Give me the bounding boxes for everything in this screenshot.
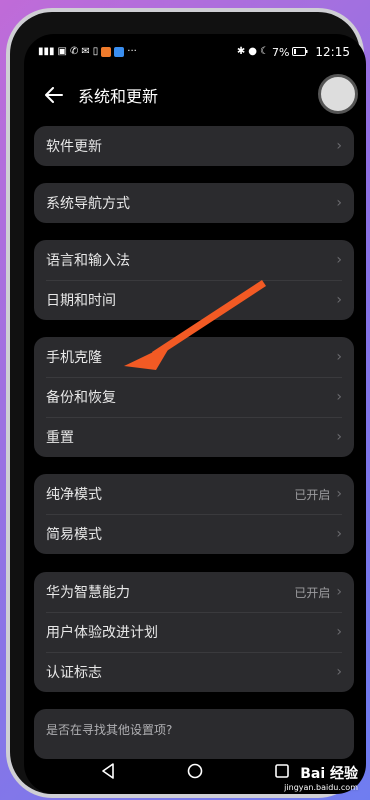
page-title: 系统和更新	[78, 87, 159, 106]
back-triangle-icon[interactable]	[97, 760, 119, 782]
setting-reset[interactable]: 重置 ›	[34, 417, 354, 457]
phone-bezel: ▮▮▮ ▣ ✆ ✉ ▯ ··· ✱ ● ☾ 7% 12:15 系统和更新 软件更…	[10, 12, 366, 794]
chevron-right-icon: ›	[336, 389, 342, 405]
phone-frame: ▮▮▮ ▣ ✆ ✉ ▯ ··· ✱ ● ☾ 7% 12:15 系统和更新 软件更…	[6, 8, 366, 798]
chevron-right-icon: ›	[336, 429, 342, 445]
setting-label: 用户体验改进计划	[46, 625, 158, 641]
setting-date-time[interactable]: 日期和时间 ›	[34, 280, 354, 320]
chevron-right-icon: ›	[336, 195, 342, 211]
settings-group: 语言和输入法 › 日期和时间 ›	[34, 240, 354, 320]
setting-status: 已开启	[294, 487, 331, 502]
setting-user-experience-program[interactable]: 用户体验改进计划 ›	[34, 612, 354, 652]
chevron-right-icon: ›	[336, 349, 342, 365]
chevron-right-icon: ›	[336, 252, 342, 268]
setting-label: 简易模式	[46, 527, 102, 543]
message-icon: ✉	[81, 46, 90, 57]
blue-app-icon	[114, 47, 125, 57]
chevron-right-icon: ›	[336, 292, 342, 308]
call-icon: ✆	[69, 46, 79, 57]
app-header: 系统和更新	[24, 80, 366, 110]
location-icon: ●	[248, 46, 257, 57]
setting-status: 已开启	[294, 585, 331, 600]
chevron-right-icon: ›	[336, 584, 342, 600]
settings-group: 纯净模式 已开启 › 简易模式 ›	[34, 474, 354, 554]
setting-label: 认证标志	[46, 665, 102, 681]
bluetooth-icon: ✱	[236, 46, 246, 57]
setting-simple-mode[interactable]: 简易模式 ›	[34, 514, 354, 554]
setting-navigation-mode[interactable]: 系统导航方式 ›	[34, 183, 354, 223]
setting-label: 华为智慧能力	[46, 585, 130, 601]
setting-label: 手机克隆	[46, 350, 102, 366]
orange-app-icon	[101, 47, 112, 57]
battery-icon	[292, 46, 308, 59]
setting-label: 日期和时间	[46, 293, 116, 309]
settings-group: 华为智慧能力 已开启 › 用户体验改进计划 › 认证标志 ›	[34, 572, 354, 692]
setting-software-update[interactable]: 软件更新 ›	[34, 126, 354, 166]
status-bar: ▮▮▮ ▣ ✆ ✉ ▯ ··· ✱ ● ☾ 7% 12:15	[24, 40, 366, 64]
settings-group: 手机克隆 › 备份和恢复 › 重置 ›	[34, 337, 354, 457]
setting-language-input[interactable]: 语言和输入法 ›	[34, 240, 354, 280]
clock: 12:15	[315, 45, 350, 59]
clipboard-icon: ▯	[92, 46, 99, 57]
signal-icon: ▮▮▮	[38, 46, 55, 57]
setting-label: 备份和恢复	[46, 390, 116, 406]
hd-icon: ▣	[57, 46, 67, 57]
back-arrow-icon[interactable]	[42, 83, 66, 107]
home-circle-icon[interactable]	[184, 760, 206, 782]
chevron-right-icon: ›	[336, 624, 342, 640]
setting-pure-mode[interactable]: 纯净模式 已开启 ›	[34, 474, 354, 514]
screen: ▮▮▮ ▣ ✆ ✉ ▯ ··· ✱ ● ☾ 7% 12:15 系统和更新 软件更…	[24, 34, 366, 794]
setting-huawei-intelligence[interactable]: 华为智慧能力 已开启 ›	[34, 572, 354, 612]
chevron-right-icon: ›	[336, 664, 342, 680]
chevron-right-icon: ›	[336, 138, 342, 154]
setting-label: 语言和输入法	[46, 253, 130, 269]
setting-backup-restore[interactable]: 备份和恢复 ›	[34, 377, 354, 417]
footer-hint: 是否在寻找其他设置项?	[46, 723, 173, 737]
setting-phone-clone[interactable]: 手机克隆 ›	[34, 337, 354, 377]
settings-group: 系统导航方式 ›	[34, 183, 354, 223]
setting-label: 重置	[46, 430, 74, 446]
battery-percent: 7%	[271, 45, 290, 59]
chevron-right-icon: ›	[336, 526, 342, 542]
watermark-sub: jingyan.baidu.com	[284, 783, 358, 792]
setting-certification-logos[interactable]: 认证标志 ›	[34, 652, 354, 692]
more-notifications-icon: ···	[127, 46, 137, 57]
watermark-main: Bai 经验	[300, 766, 358, 782]
chevron-right-icon: ›	[336, 486, 342, 502]
setting-label: 软件更新	[46, 139, 102, 155]
moon-icon: ☾	[259, 46, 269, 57]
settings-group: 软件更新 ›	[34, 126, 354, 166]
setting-label: 纯净模式	[46, 487, 102, 503]
baidu-watermark: Bai 经验 jingyan.baidu.com	[284, 763, 358, 792]
setting-label: 系统导航方式	[46, 196, 130, 212]
